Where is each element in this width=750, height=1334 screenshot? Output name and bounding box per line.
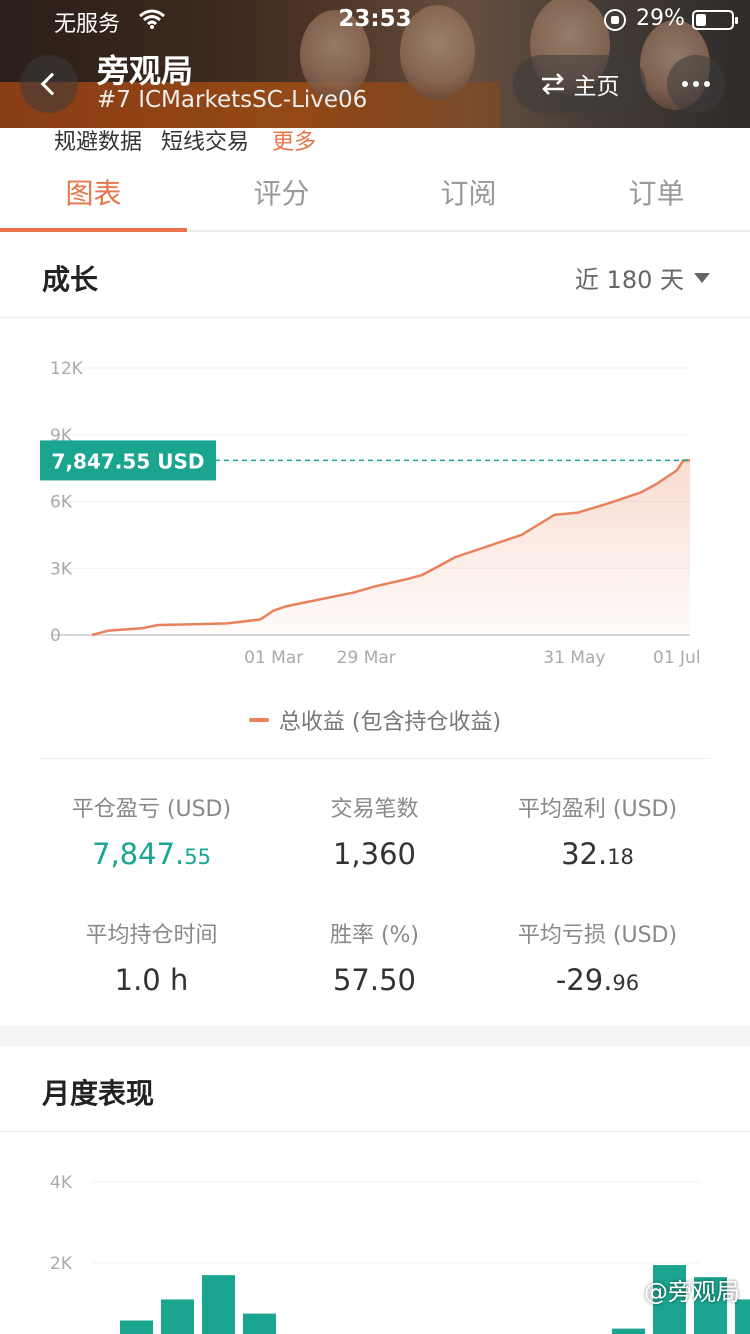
tab-subscribe[interactable]: 订阅	[375, 172, 562, 212]
stat-label: 平仓盈亏 (USD)	[71, 797, 232, 822]
more-dots-icon	[682, 81, 688, 87]
monthly-title: 月度表现	[42, 1077, 155, 1110]
watermark: @旁观局	[620, 1272, 740, 1307]
growth-title: 成长	[42, 263, 99, 296]
account-subtitle: #7 ICMarketsSC-Live06	[97, 87, 368, 113]
monthly-bar	[161, 1299, 194, 1334]
monthly-bar	[612, 1328, 645, 1334]
section-divider	[0, 1026, 750, 1046]
strategy-tags: 规避数据 短线交易 更多	[54, 124, 328, 156]
chart-legend: 总收益 (包含持仓收益)	[0, 704, 750, 736]
battery-icon	[692, 10, 738, 30]
watermark-text: @旁观局	[644, 1278, 740, 1306]
current-value-label: 7,847.55 USD	[52, 449, 205, 473]
growth-header: 成长 近 180 天	[0, 232, 750, 318]
y-tick-label: 3K	[50, 559, 73, 579]
stats-grid: 平仓盈亏 (USD) 7,847.55 交易笔数 1,360 平均盈利 (USD…	[40, 758, 710, 997]
monthly-bar	[120, 1320, 153, 1334]
legend-label: 总收益 (包含持仓收益)	[278, 710, 502, 735]
battery-percent: 29%	[636, 6, 685, 31]
y-tick-label: 2K	[50, 1254, 73, 1274]
chevron-left-icon	[40, 72, 64, 96]
stat-win-rate: 胜率 (%) 57.50	[263, 917, 486, 997]
stat-value: 1.0 h	[114, 963, 189, 997]
y-tick-label: 12K	[50, 359, 84, 379]
chat-bubble-icon	[620, 1280, 640, 1299]
home-button-label: 主页	[573, 74, 620, 100]
stat-avg-profit: 平均盈利 (USD) 32.18	[486, 791, 709, 871]
home-button[interactable]: 主页	[513, 55, 646, 113]
caret-down-icon	[694, 272, 710, 283]
stat-value: 1,360	[332, 837, 417, 871]
y-tick-label: 6K	[50, 493, 73, 513]
x-tick-label: 31 May	[543, 648, 605, 668]
tag: 短线交易	[161, 130, 250, 155]
stat-value: 32.18	[561, 837, 634, 871]
monthly-bar	[243, 1313, 276, 1334]
tags-more-link[interactable]: 更多	[272, 130, 316, 155]
account-header: 无服务 23:53 29% 旁观局 #7 ICMarketsSC-Live06 …	[0, 0, 750, 128]
monthly-bar	[202, 1275, 235, 1334]
x-tick-label: 01 Mar	[244, 648, 303, 668]
monthly-header: 月度表现	[0, 1046, 750, 1132]
stat-avg-hold-time: 平均持仓时间 1.0 h	[40, 917, 263, 997]
x-tick-label: 01 Jul	[653, 648, 701, 668]
swap-arrows-icon	[541, 73, 564, 95]
account-title: 旁观局	[97, 52, 194, 90]
stat-label: 胜率 (%)	[329, 923, 420, 948]
stat-trade-count: 交易笔数 1,360	[263, 791, 486, 871]
stat-label: 平均亏损 (USD)	[517, 923, 678, 948]
growth-chart-svg: 03K6K9K12K01 Mar 29 Mar 31 May 01 Jul7,847.…	[40, 359, 701, 668]
stat-label: 平均持仓时间	[85, 923, 218, 948]
stat-closed-pnl: 平仓盈亏 (USD) 7,847.55	[40, 791, 263, 871]
y-tick-label: 0	[50, 626, 61, 646]
more-dots-icon	[704, 81, 710, 87]
x-tick-label: 29 Mar	[337, 648, 396, 668]
range-dropdown[interactable]: 近 180 天	[575, 260, 710, 295]
stat-label: 平均盈利 (USD)	[517, 797, 678, 822]
growth-chart: 0 3K 6K 9K 12K 01 Mar 29 Mar 31 May 01 Jul 7,847.…	[0, 320, 750, 760]
tab-rating[interactable]: 评分	[188, 172, 375, 212]
stat-value: -29.96	[555, 963, 640, 997]
legend-swatch	[248, 718, 269, 722]
growth-area-fill	[92, 460, 690, 635]
y-tick-label: 4K	[50, 1173, 73, 1193]
stat-value: 7,847.55	[92, 837, 211, 871]
more-options-button[interactable]	[667, 55, 725, 113]
rotation-lock-icon	[604, 9, 626, 31]
tab-bar: 图表 评分 订阅 订单	[0, 160, 750, 232]
tag: 规避数据	[54, 130, 143, 155]
stat-label: 交易笔数	[330, 797, 419, 822]
tab-orders[interactable]: 订单	[563, 172, 750, 212]
more-dots-icon	[693, 81, 699, 87]
tab-chart[interactable]: 图表	[0, 172, 187, 212]
status-bar: 无服务 23:53 29%	[0, 0, 750, 40]
range-value: 近 180 天	[574, 266, 684, 294]
stat-avg-loss: 平均亏损 (USD) -29.96	[486, 917, 709, 997]
back-button[interactable]	[20, 55, 78, 113]
stat-value: 57.50	[332, 963, 417, 997]
